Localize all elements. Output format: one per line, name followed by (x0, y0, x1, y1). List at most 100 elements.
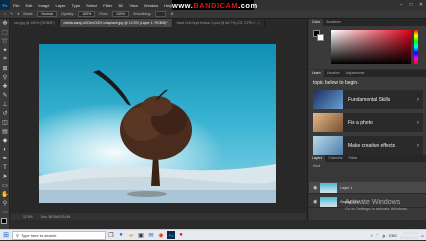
brush-tool-icon[interactable]: ✎ (10, 12, 13, 16)
language-indicator[interactable]: ENG (389, 234, 397, 238)
color-panel-tabs: Color Swatches (309, 19, 426, 26)
edge-icon[interactable]: ● (116, 230, 126, 241)
activate-subtitle: Go to Settings to activate Windows. (345, 206, 409, 211)
document-image[interactable] (39, 44, 276, 203)
layer-filter-kind[interactable]: Kind (313, 164, 320, 168)
eyedropper-tool-icon[interactable]: ⚲ (0, 73, 10, 82)
frame-tool-icon[interactable]: ⊠ (0, 64, 10, 73)
eye-icon[interactable]: ◉ (313, 185, 317, 191)
menu-type[interactable]: Type (69, 3, 84, 8)
mode-select[interactable]: Normal (37, 11, 57, 17)
stamp-tool-icon[interactable]: ⊥ (0, 100, 10, 109)
recorder-prefix: www. (172, 1, 194, 10)
smoothing-field[interactable] (155, 11, 167, 17)
tab-document-2[interactable]: mikita-karaj-oGDbrXX2IY-unsplash.jpg @ 1… (59, 19, 173, 27)
mail-icon[interactable]: ✉ (146, 230, 156, 241)
windows-start-icon[interactable]: ⊞ (0, 230, 12, 241)
menu-select[interactable]: Select (83, 3, 100, 8)
minimize-icon[interactable]: – (396, 2, 406, 8)
brush-tool-icon[interactable]: ✎ (0, 91, 10, 100)
lasso-tool-icon[interactable]: ➰ (0, 37, 10, 46)
flow-field[interactable]: 100% (111, 11, 130, 17)
crop-tool-icon[interactable]: ⌗ (0, 55, 10, 64)
brush-size-icon[interactable]: ● (17, 12, 19, 16)
taskbar: ⊞ ⚲ Type here to search ❐ ● ▰ ▣ ✉ ◉ Ps ●… (0, 229, 426, 240)
color-swatches[interactable] (0, 217, 10, 229)
layer-thumbnail (320, 182, 338, 193)
hand-tool-icon[interactable]: ✋ (0, 190, 10, 199)
gear-icon[interactable]: ⚙ (170, 12, 173, 16)
maximize-icon[interactable]: □ (406, 2, 416, 8)
pen-tool-icon[interactable]: ✒ (0, 154, 10, 163)
color-field[interactable] (331, 30, 411, 64)
zoom-tool-icon[interactable]: ⚲ (0, 199, 10, 208)
tab-channels[interactable]: Channels (325, 155, 345, 162)
menu-image[interactable]: Image (35, 3, 52, 8)
menu-3d[interactable]: 3D (115, 3, 126, 8)
path-select-tool-icon[interactable]: ➤ (0, 172, 10, 181)
search-icon: ⚲ (16, 232, 19, 238)
menu-filter[interactable]: Filter (100, 3, 115, 8)
type-tool-icon[interactable]: T (0, 163, 10, 172)
learn-item-label: Fix a photo (348, 119, 373, 126)
tab-adjustments[interactable]: Adjustments (343, 70, 368, 77)
photoshop-logo-icon[interactable]: Ps (0, 0, 10, 10)
chevron-up-icon[interactable]: ˄ (371, 234, 373, 238)
learn-intro: topic below to begin. (313, 80, 359, 86)
close-icon[interactable]: ✕ (416, 2, 426, 8)
tab-document-3[interactable]: Hard Cut Keys lesson 1.psd @ 66.7% (CS, … (173, 19, 265, 27)
foreground-color-swatch[interactable] (1, 218, 7, 224)
task-view-icon[interactable]: ❐ (106, 230, 116, 241)
layer-name: Layer 1 (340, 185, 353, 190)
quick-select-tool-icon[interactable]: ✦ (0, 46, 10, 55)
menu-layer[interactable]: Layer (52, 3, 68, 8)
clock[interactable]: 3:13 PM 2/23/2022 (400, 230, 418, 240)
menu-file[interactable]: File (10, 3, 22, 8)
learn-item-fix-a-photo[interactable]: Fix a photo › (313, 113, 423, 132)
hue-slider[interactable] (414, 30, 418, 64)
background-color-swatch[interactable] (317, 34, 324, 41)
tab-document-1[interactable]: xxx.jpg @ 100% (RGB/8*) (10, 19, 60, 27)
chrome-icon[interactable]: ◉ (156, 230, 166, 241)
gradient-tool-icon[interactable]: ▤ (0, 127, 10, 136)
document-tabs: xxx.jpg @ 100% (RGB/8*) mikita-karaj-oGD… (10, 19, 306, 27)
network-icon[interactable]: ⌔ (376, 233, 379, 238)
layer-row-layer-1[interactable]: ◉ Layer 1 (309, 182, 426, 194)
home-icon[interactable]: ⌂ (4, 12, 6, 16)
eraser-tool-icon[interactable]: ◫ (0, 118, 10, 127)
photoshop-taskbar-icon[interactable]: Ps (167, 231, 175, 239)
doc-size[interactable]: Doc: 58.9M/103.0M (41, 215, 71, 219)
healing-tool-icon[interactable]: ✚ (0, 82, 10, 91)
blur-tool-icon[interactable]: ◆ (0, 136, 10, 145)
more-tools-icon[interactable]: ⋯ (0, 208, 10, 217)
shape-tool-icon[interactable]: ▭ (0, 181, 10, 190)
menu-edit[interactable]: Edit (22, 3, 35, 8)
menu-view[interactable]: View (126, 3, 141, 8)
tab-layers[interactable]: Layers (309, 155, 326, 162)
bandicam-taskbar-icon[interactable]: ● (176, 230, 186, 241)
opacity-field[interactable]: 100% (78, 11, 96, 17)
dodge-tool-icon[interactable]: ◐ (0, 145, 10, 154)
eye-icon[interactable]: ◉ (313, 199, 317, 205)
volume-icon[interactable]: 🔈 (382, 234, 386, 238)
zoom-level[interactable]: 12.5% (23, 215, 33, 219)
tab-learn[interactable]: Learn (309, 70, 324, 77)
tab-paths[interactable]: Paths (346, 155, 361, 162)
tab-libraries[interactable]: Libraries (324, 70, 343, 77)
tab-swatches[interactable]: Swatches (323, 19, 344, 26)
learn-item-fundamental-skills[interactable]: Fundamental Skills › (313, 90, 423, 109)
menu-window[interactable]: Window (141, 3, 161, 8)
learn-item-make-creative-effects[interactable]: Make creative effects › (313, 136, 423, 155)
history-brush-icon[interactable]: ↺ (0, 109, 10, 118)
taskbar-search[interactable]: ⚲ Type here to search (12, 230, 106, 240)
chevron-right-icon: › (417, 142, 419, 149)
file-explorer-icon[interactable]: ▰ (126, 230, 136, 241)
activate-title: Activate Windows (345, 199, 401, 206)
notification-icon[interactable]: ▭ (421, 234, 424, 238)
marquee-tool-icon[interactable]: ⬚ (0, 28, 10, 37)
store-icon[interactable]: ▣ (136, 230, 146, 241)
learn-panel-tabs: Learn Libraries Adjustments (309, 70, 426, 77)
move-tool-icon[interactable]: ✥ (0, 19, 10, 28)
learn-item-label: Fundamental Skills (348, 96, 391, 103)
tab-color[interactable]: Color (309, 19, 324, 26)
